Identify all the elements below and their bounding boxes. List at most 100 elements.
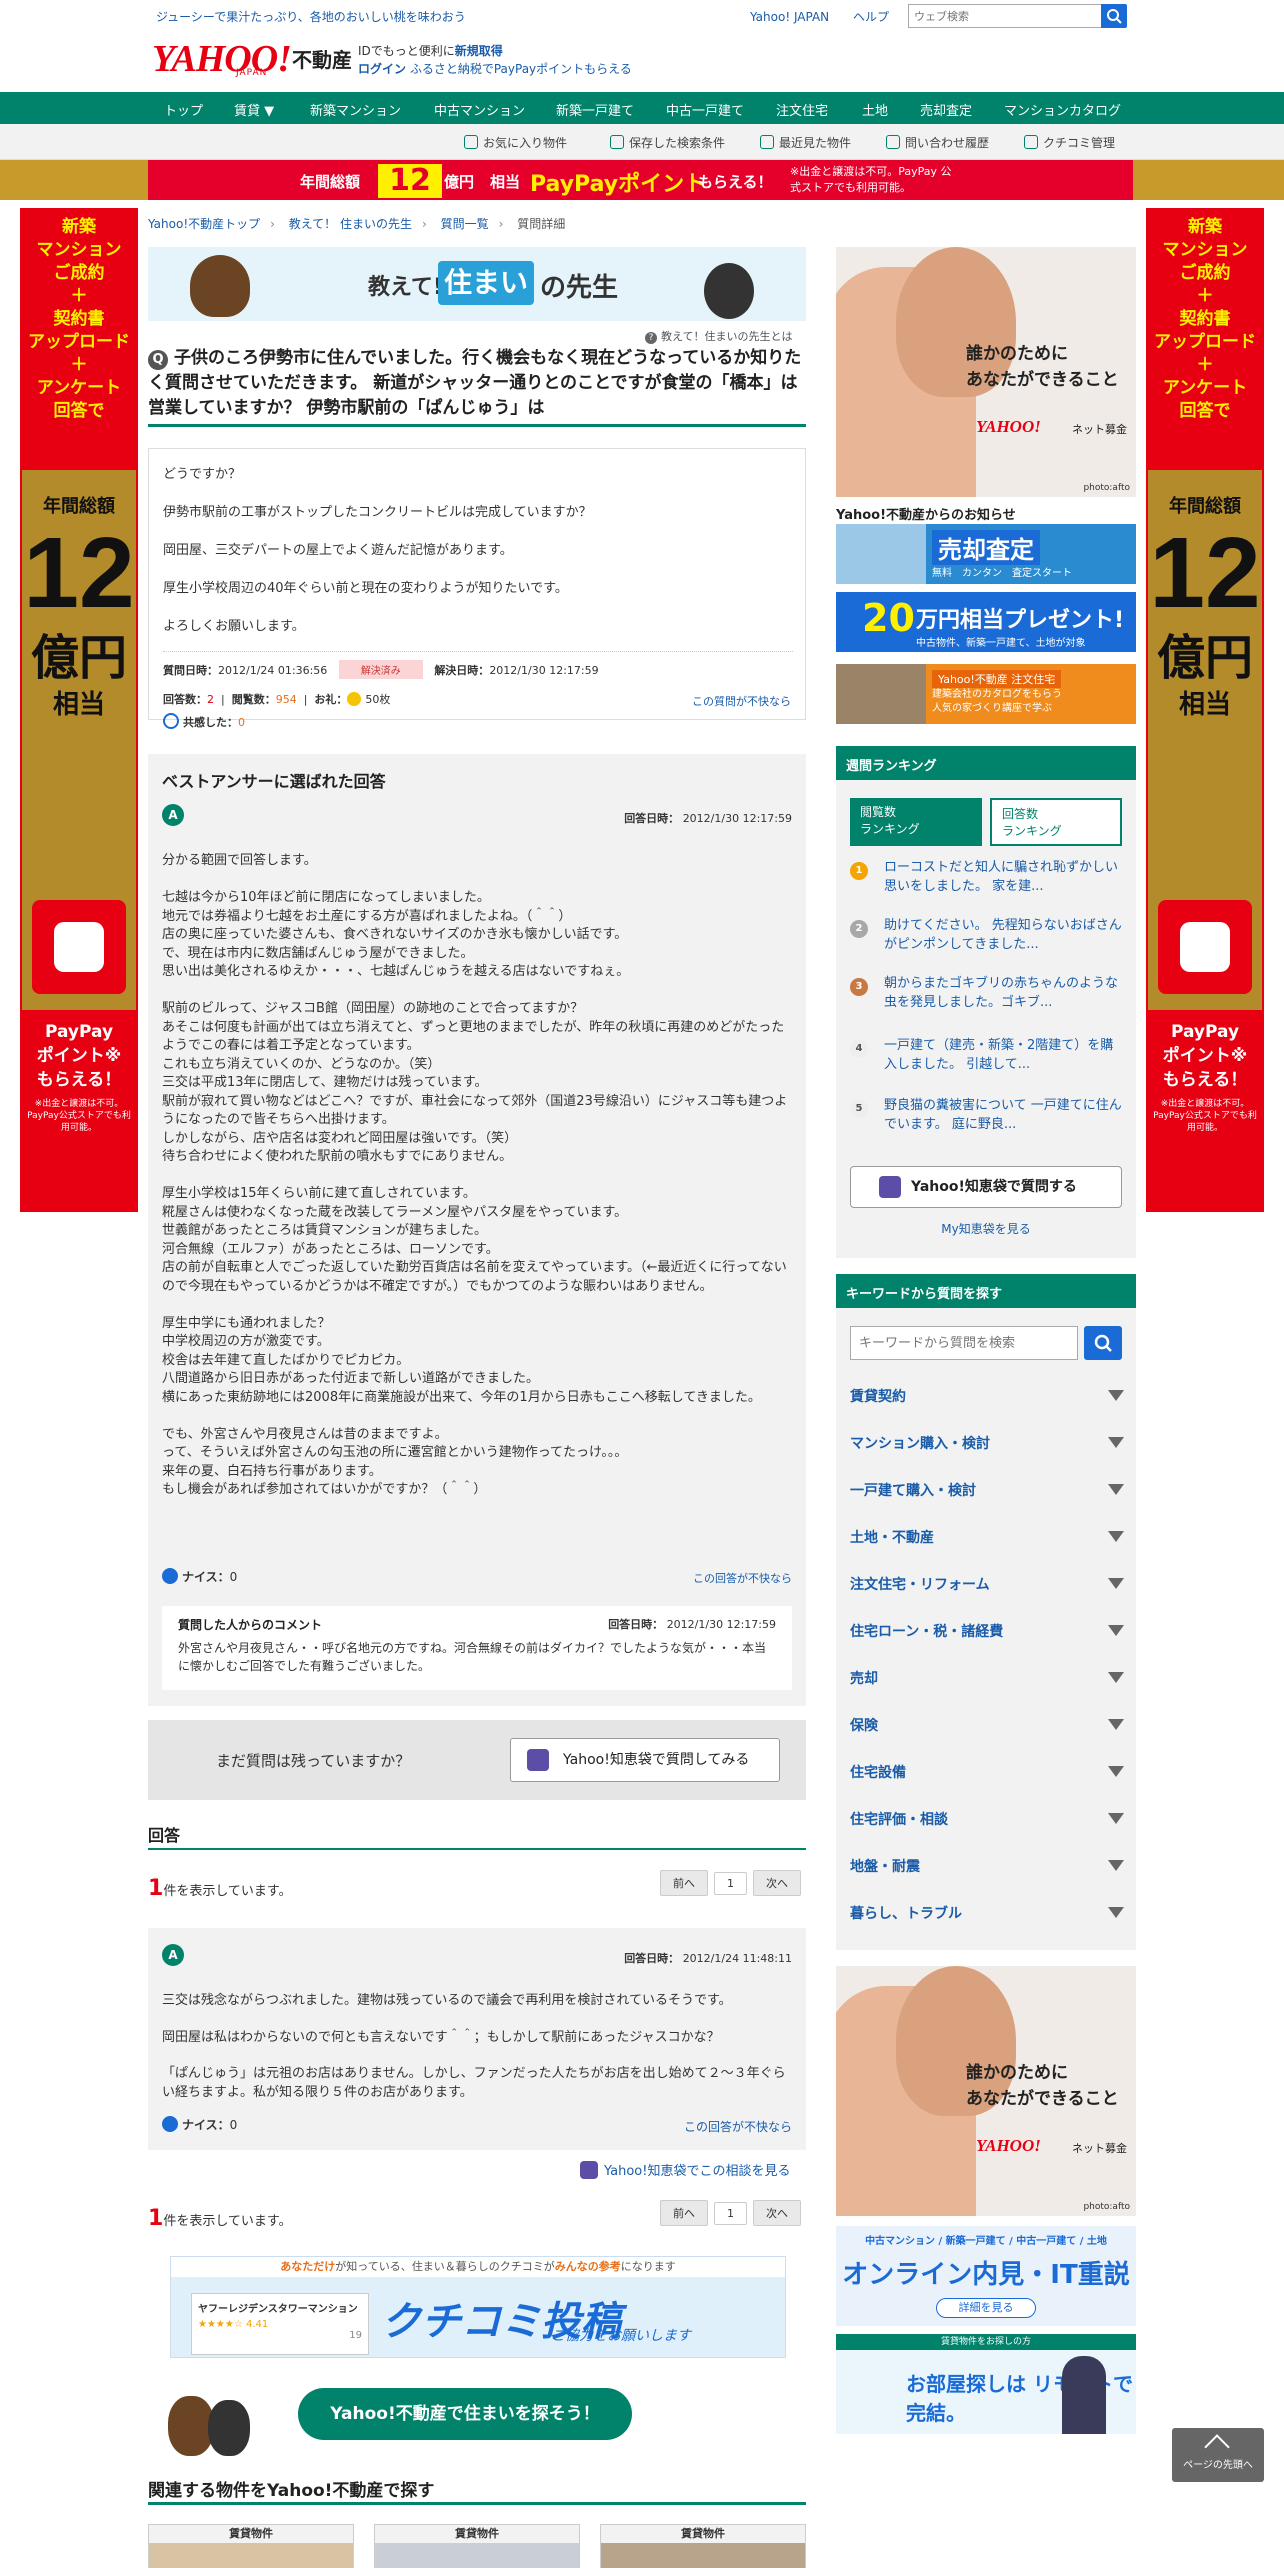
pager-prev[interactable]: 前へ xyxy=(660,2200,708,2226)
subnav-favorites[interactable]: お気に入り物件 xyxy=(464,134,567,151)
pager-next[interactable]: 次へ xyxy=(753,2200,801,2226)
login-link[interactable]: ログイン xyxy=(358,62,406,76)
category-item[interactable]: 賃貸契約 xyxy=(850,1386,1124,1406)
ask-chiebukuro-button[interactable]: Yahoo!知恵袋で質問する xyxy=(850,1166,1122,1208)
nav-new-mansion[interactable]: 新築マンション xyxy=(310,100,401,119)
category-item[interactable]: 地盤・耐震 xyxy=(850,1856,1124,1876)
furusato-link[interactable]: ふるさと納税でPayPayポイントもらえる xyxy=(410,62,632,76)
ranking-item[interactable]: 4 一戸建て（建売・新築・2階建て）を購入しました。 引越して... xyxy=(850,1036,1124,1074)
nav-custom-house[interactable]: 注文住宅 xyxy=(776,100,828,119)
related-card[interactable]: 賃貸物件 xyxy=(374,2524,580,2568)
keyword-search-button[interactable] xyxy=(1084,1326,1122,1360)
pager-prev[interactable]: 前へ xyxy=(660,1870,708,1896)
subnav-recent[interactable]: 最近見た物件 xyxy=(760,134,851,151)
header-tagline[interactable]: ジューシーで果汁たっぷり、各地のおいしい桃を味わおう xyxy=(156,8,466,25)
sensei-about-link[interactable]: ? 教えて！住まいの先生とは xyxy=(645,328,792,344)
question-stats: 回答数：2 | 閲覧数：954 | お礼： 50枚 共感した：0 xyxy=(163,692,391,729)
web-search-button[interactable] xyxy=(1101,4,1127,28)
subnav-saved-search[interactable]: 保存した検索条件 xyxy=(610,134,725,151)
answer-report-link[interactable]: この回答が不快なら xyxy=(693,1570,792,1586)
nav-rent[interactable]: 賃貸 ▼ xyxy=(234,100,274,119)
help-link[interactable]: ヘルプ xyxy=(853,10,889,24)
empathy-icon[interactable] xyxy=(163,713,179,729)
breadcrumb-top[interactable]: Yahoo!不動産トップ xyxy=(148,217,260,231)
tab-views-ranking[interactable]: 閲覧数 ランキング xyxy=(850,798,982,846)
ranking-item[interactable]: 3 朝からまたゴキブリの赤ちゃんのような虫を発見しました。ゴキブ... xyxy=(850,974,1124,1012)
keyword-search-box: キーワードから質問を探す 賃貸契約 マンション購入・検討 一戸建て購入・検討 土… xyxy=(836,1274,1136,1950)
category-item[interactable]: 売却 xyxy=(850,1668,1124,1688)
chiebukuro-icon xyxy=(580,2161,598,2179)
ask-chiebukuro-button[interactable]: Yahoo!知恵袋で質問してみる xyxy=(510,1738,780,1782)
search-icon xyxy=(1094,1334,1112,1352)
category-item[interactable]: 一戸建て購入・検討 xyxy=(850,1480,1124,1500)
ranking-item[interactable]: 5 野良猫の糞被害について 一戸建てに住んでいます。 庭に野良... xyxy=(850,1096,1124,1134)
answer-report-link[interactable]: この回答が不快なら xyxy=(684,2118,792,2135)
pager-bottom: 前へ 1 次へ xyxy=(654,2200,801,2226)
service-name[interactable]: 不動産 xyxy=(292,44,352,73)
subnav-inquiries[interactable]: 問い合わせ履歴 xyxy=(886,134,989,151)
yahoo-logo[interactable]: YAHOO! xyxy=(152,40,292,78)
pager-next[interactable]: 次へ xyxy=(753,1870,801,1896)
category-item[interactable]: マンション購入・検討 xyxy=(850,1433,1124,1453)
back-to-top-button[interactable]: ページの先頭へ xyxy=(1172,2428,1264,2482)
weekly-ranking: 週間ランキング 閲覧数 ランキング 回答数 ランキング 1 ローコストだと知人に騙… xyxy=(836,746,1136,1258)
sale-assessment-banner[interactable]: 売却査定 無料 カンタン 査定スタート xyxy=(836,524,1136,584)
question-report-link[interactable]: この質問が不快なら xyxy=(692,693,791,709)
related-heading: 関連する物件をYahoo!不動産で探す xyxy=(148,2481,435,2501)
category-item[interactable]: 住宅評価・相談 xyxy=(850,1809,1124,1829)
kuchikomi-banner[interactable]: あなただけが知っている、住まい＆暮らしのクチコミがみんなの参考になります ヤフー… xyxy=(170,2256,786,2358)
breadcrumb-sensei[interactable]: 教えて！ 住まいの先生 xyxy=(289,217,412,231)
nav-top[interactable]: トップ xyxy=(164,100,203,119)
tab-answers-ranking[interactable]: 回答数 ランキング xyxy=(990,798,1122,846)
yahoo-japan-link[interactable]: Yahoo! JAPAN xyxy=(750,10,829,24)
nice-button[interactable]: ナイス：0 xyxy=(162,1568,237,1585)
remote-rental-ad[interactable]: 賃貸物件をお探しの方 お部屋探しは リモートで完結。 xyxy=(836,2334,1136,2434)
find-home-button[interactable]: Yahoo!不動産で住まいを探そう！ xyxy=(298,2388,632,2440)
view-on-chiebukuro-link[interactable]: Yahoo!知恵袋でこの相談を見る xyxy=(580,2160,790,2179)
category-item[interactable]: 住宅ローン・税・諸経費 xyxy=(850,1621,1124,1641)
help-icon: ? xyxy=(645,332,657,344)
online-viewing-ad[interactable]: 中古マンション / 新築一戸建て / 中古一戸建て / 土地 オンライン内見・I… xyxy=(836,2226,1136,2326)
my-chiebukuro-link[interactable]: My知恵袋を見る xyxy=(836,1220,1136,1237)
questioner-comment: 質問した人からのコメント 回答日時： 2012/1/30 12:17:59 外宮… xyxy=(162,1606,792,1690)
nav-land[interactable]: 土地 xyxy=(862,100,888,119)
subnav-reviews[interactable]: クチコミ管理 xyxy=(1024,134,1115,151)
ranking-item[interactable]: 1 ローコストだと知人に騙され恥ずかしい思いをしました。 家を建... xyxy=(850,858,1124,896)
sensei-banner[interactable]: 教えて! 住まい の先生 xyxy=(148,247,806,321)
paypay-campaign-banner[interactable]: 年間総額 12 億円 相当 PayPayポイント もらえる！ ※出金と譲渡は不可… xyxy=(0,160,1284,200)
category-item[interactable]: 注文住宅・リフォーム xyxy=(850,1574,1124,1594)
pager-page-1[interactable]: 1 xyxy=(714,1872,747,1895)
thumbs-up-icon xyxy=(162,1568,178,1584)
custom-house-banner[interactable]: Yahoo!不動産 注文住宅 建築会社のカタログをもらう 人気の家づくり講座で学… xyxy=(836,664,1136,724)
new-id-link[interactable]: 新規取得 xyxy=(455,44,503,58)
id-promo: IDでもっと便利に新規取得 ログイン ふるさと納税でPayPayポイントもらえる xyxy=(358,44,632,76)
related-card[interactable]: 賃貸物件 xyxy=(148,2524,354,2568)
pager-top: 前へ 1 次へ xyxy=(654,1870,801,1896)
web-search-input[interactable] xyxy=(908,4,1102,28)
nav-new-house[interactable]: 新築一戸建て xyxy=(556,100,634,119)
nav-used-mansion[interactable]: 中古マンション xyxy=(434,100,525,119)
person-image xyxy=(1062,2356,1106,2434)
breadcrumb: Yahoo!不動産トップ › 教えて！ 住まいの先生 › 質問一覧 › 質問詳細 xyxy=(148,217,566,231)
present-campaign-banner[interactable]: 20 万円相当プレゼント! 中古物件、新築一戸建て、土地が対象 xyxy=(836,592,1136,652)
breadcrumb-list[interactable]: 質問一覧 xyxy=(441,217,489,231)
side-ad-left[interactable]: 新築 マンション ご成約＋契約書 アップロード＋アンケート 回答で 年間総額 12 億円… xyxy=(20,208,138,1212)
category-item[interactable]: 住宅設備 xyxy=(850,1762,1124,1782)
category-item[interactable]: 暮らし、トラブル xyxy=(850,1903,1124,1923)
nice-button[interactable]: ナイス：0 xyxy=(162,2116,237,2133)
pager-page-1[interactable]: 1 xyxy=(714,2202,747,2225)
charity-ad-2[interactable]: 誰かのために あなたができること YAHOO! ネット募金 photo:afto xyxy=(836,1966,1136,2216)
save-icon xyxy=(610,135,624,149)
side-ad-right[interactable]: 新築 マンション ご成約＋契約書 アップロード＋アンケート 回答で 年間総額 12 億円… xyxy=(1146,208,1264,1212)
related-card[interactable]: 賃貸物件 xyxy=(600,2524,806,2568)
yahoo-logo-sub: JAPAN xyxy=(236,68,268,78)
ranking-item[interactable]: 2 助けてください。 先程知らないおばさんがピンポンしてきました... xyxy=(850,916,1124,954)
charity-ad[interactable]: 誰かのために あなたができること YAHOO! ネット募金 photo:afto xyxy=(836,247,1136,497)
nav-mansion-catalog[interactable]: マンションカタログ xyxy=(1004,100,1121,119)
main-nav: トップ 賃貸 ▼ 新築マンション 中古マンション 新築一戸建て 中古一戸建て 注… xyxy=(0,92,1284,124)
nav-used-house[interactable]: 中古一戸建て xyxy=(666,100,744,119)
nav-sale-assess[interactable]: 売却査定 xyxy=(920,100,972,119)
category-item[interactable]: 土地・不動産 xyxy=(850,1527,1124,1547)
keyword-search-input[interactable] xyxy=(850,1326,1078,1360)
category-item[interactable]: 保険 xyxy=(850,1715,1124,1735)
